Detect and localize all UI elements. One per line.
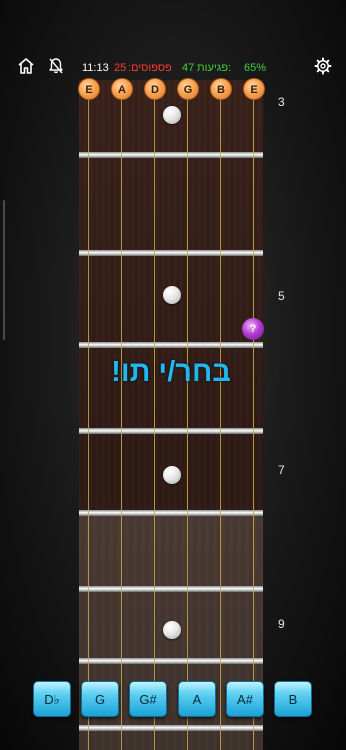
fret-wire — [79, 428, 263, 434]
guitar-string — [220, 80, 221, 750]
fret-wire — [79, 152, 263, 158]
fret-wire — [79, 658, 263, 664]
guitar-string — [154, 80, 155, 750]
fret-number: 3 — [278, 95, 285, 109]
fret-inlay-dot — [163, 286, 181, 304]
fret-wire — [79, 250, 263, 256]
fret-inlay-dot — [163, 621, 181, 639]
gear-icon[interactable] — [313, 56, 333, 76]
answer-button[interactable]: A — [178, 681, 216, 717]
guitar-string — [121, 80, 122, 750]
guitar-string — [187, 80, 188, 750]
string-labels: E A D G B E — [0, 78, 346, 102]
fret-inlay-dot — [163, 466, 181, 484]
answer-button[interactable]: A# — [226, 681, 264, 717]
fret-number: 5 — [278, 289, 285, 303]
fretboard[interactable] — [79, 80, 263, 750]
guitar-string — [253, 80, 254, 750]
string-label: E — [78, 78, 100, 100]
fret-wire — [79, 725, 263, 731]
fret-wire — [79, 586, 263, 592]
string-label: A — [111, 78, 133, 100]
fret-wire — [79, 342, 263, 348]
answer-buttons: D♭ G G# A A# B — [0, 681, 346, 719]
bell-off-icon[interactable] — [46, 56, 66, 76]
string-label: E — [243, 78, 265, 100]
fret-number: 7 — [278, 463, 285, 477]
clock-time: 11:13 — [82, 62, 109, 74]
guitar-string — [88, 80, 89, 750]
string-label: G — [177, 78, 199, 100]
hits-label: פגיעות: — [197, 62, 232, 74]
fret-inlay-dot — [163, 106, 181, 124]
misses-value: 25 — [114, 62, 127, 74]
answer-button[interactable]: G# — [129, 681, 167, 717]
scroll-indicator — [3, 200, 5, 340]
misses-label: :פספוסים — [128, 62, 172, 74]
answer-button[interactable]: G — [81, 681, 119, 717]
percent-value: 65% — [244, 62, 267, 74]
string-label: B — [210, 78, 232, 100]
hits-value: 47 — [182, 62, 195, 74]
answer-button[interactable]: D♭ — [33, 681, 71, 717]
score-status: 11:13 25 :פספוסים 47 פגיעות: 65% — [82, 61, 266, 77]
answer-button[interactable]: B — [274, 681, 312, 717]
prompt-text: בחר/י תו! — [111, 356, 231, 388]
home-icon[interactable] — [16, 56, 36, 76]
top-bar: 11:13 25 :פספוסים 47 פגיעות: 65% — [0, 50, 346, 80]
string-label: D — [144, 78, 166, 100]
fret-wire — [79, 510, 263, 516]
target-note-marker: ? — [242, 318, 264, 340]
fret-number: 9 — [278, 617, 285, 631]
